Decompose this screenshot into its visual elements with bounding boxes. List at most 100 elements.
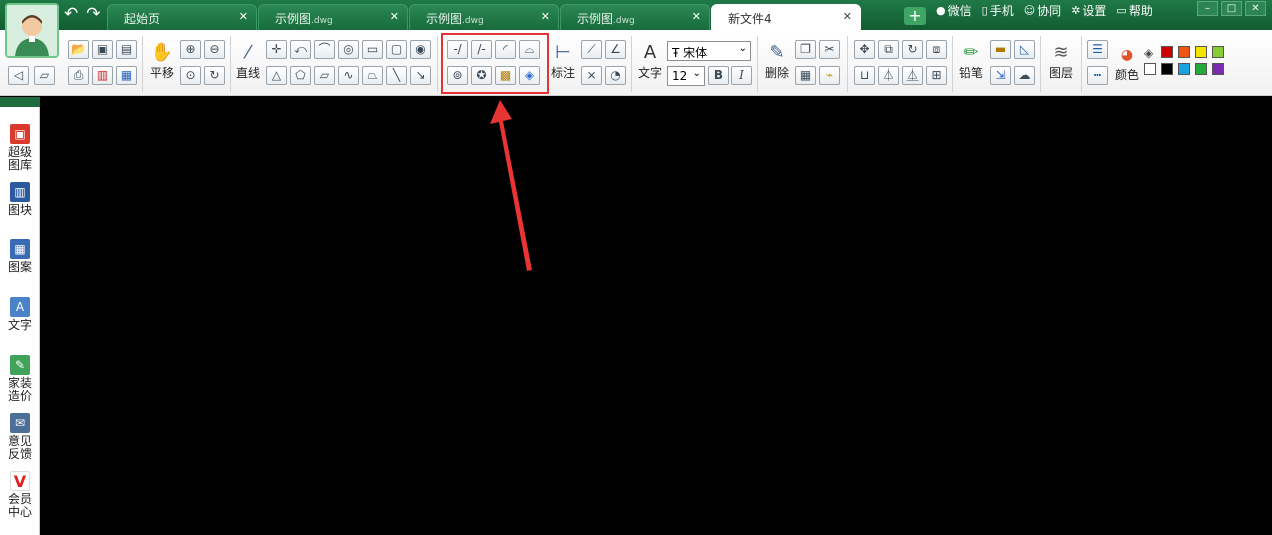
- text-tool[interactable]: A 文字: [635, 42, 665, 81]
- close-tab-icon[interactable]: ✕: [390, 10, 399, 23]
- color-tool[interactable]: ◕ 颜色: [1113, 44, 1141, 83]
- tab-example-1[interactable]: 示例图.dwg ✕: [258, 4, 408, 30]
- dimension-tool[interactable]: ⊢ 标注: [550, 42, 576, 81]
- hatch-icon[interactable]: ▩: [495, 66, 516, 85]
- import-icon[interactable]: ⇲: [990, 66, 1011, 85]
- scale-icon[interactable]: ⧉: [878, 40, 899, 59]
- zoom-window-icon[interactable]: ⊙: [180, 66, 201, 85]
- aligned-dim-icon[interactable]: ⟋: [581, 40, 602, 59]
- font-size-select[interactable]: 12 ⌄: [667, 66, 705, 86]
- bold-button[interactable]: B: [708, 66, 729, 85]
- curve-icon[interactable]: ∿: [338, 66, 359, 85]
- font-family-select[interactable]: Ŧ 宋体 ⌄: [667, 41, 751, 61]
- maximize-icon[interactable]: □: [1221, 1, 1242, 16]
- sidebar-item-member-center[interactable]: V 会员 中心: [0, 471, 40, 519]
- settings-link[interactable]: ✲ 设置: [1071, 2, 1106, 19]
- move-icon[interactable]: ✥: [854, 40, 875, 59]
- new-page-icon[interactable]: ▱: [34, 66, 55, 85]
- italic-button[interactable]: I: [731, 66, 752, 85]
- move-cross-icon[interactable]: ✛: [266, 40, 287, 59]
- parallelogram-icon[interactable]: ▱: [314, 66, 335, 85]
- close-tab-icon[interactable]: ✕: [239, 10, 248, 23]
- align-icon[interactable]: ⏃: [878, 66, 899, 85]
- image-export-icon[interactable]: ▦: [116, 66, 137, 85]
- close-tab-icon[interactable]: ✕: [843, 10, 852, 23]
- pdf-export-icon[interactable]: ▥: [92, 66, 113, 85]
- ruler-icon[interactable]: ◺: [1014, 40, 1035, 59]
- array-copy-icon[interactable]: ⧈: [926, 40, 947, 59]
- zoom-refresh-icon[interactable]: ↻: [204, 66, 225, 85]
- grid-array-icon[interactable]: ⊞: [926, 66, 947, 85]
- zoom-out-icon[interactable]: ⊖: [204, 40, 225, 59]
- color-swatch-purple[interactable]: [1212, 63, 1224, 75]
- tab-new-file-4[interactable]: 新文件4 ✕: [711, 4, 861, 30]
- help-link[interactable]: ▭ 帮助: [1116, 2, 1152, 19]
- add-tab-button[interactable]: +: [904, 7, 926, 25]
- line-weight-icon[interactable]: ☰: [1087, 40, 1108, 59]
- color-swatch-white[interactable]: [1144, 63, 1156, 75]
- paste-icon[interactable]: ▦: [795, 66, 816, 85]
- close-window-icon[interactable]: ✕: [1245, 1, 1266, 16]
- mirror-icon[interactable]: ⏅: [902, 66, 923, 85]
- sidebar-item-home-pricing[interactable]: ✎ 家装 造价: [0, 355, 40, 403]
- rotate-icon[interactable]: ↻: [902, 40, 923, 59]
- diagonal-line-icon[interactable]: ╲: [386, 66, 407, 85]
- triangle-icon[interactable]: △: [266, 66, 287, 85]
- rectangle-icon[interactable]: ▭: [362, 40, 383, 59]
- close-tab-icon[interactable]: ✕: [692, 10, 701, 23]
- arrow-line-icon[interactable]: ↘: [410, 66, 431, 85]
- tab-start-page[interactable]: 起始页 ✕: [107, 4, 257, 30]
- ellipse-icon[interactable]: ◉: [410, 40, 431, 59]
- line-type-icon[interactable]: ┅: [1087, 66, 1108, 85]
- close-tab-icon[interactable]: ✕: [541, 10, 550, 23]
- break-icon[interactable]: ✪: [471, 66, 492, 85]
- color-swatch-yellow[interactable]: [1195, 46, 1207, 58]
- color-swatch-orange[interactable]: [1178, 46, 1190, 58]
- cut-icon[interactable]: ✂: [819, 40, 840, 59]
- fill-icon[interactable]: ◈: [519, 66, 540, 85]
- center-mark-icon[interactable]: ⨯: [581, 66, 602, 85]
- layer-tool[interactable]: ≋ 图层: [1045, 42, 1077, 81]
- tab-example-2[interactable]: 示例图.dwg ✕: [409, 4, 559, 30]
- print-icon[interactable]: ⎙: [68, 66, 89, 85]
- chamfer-icon[interactable]: ⌓: [519, 40, 540, 59]
- line-tool[interactable]: ⁄ 直线: [233, 42, 263, 81]
- collab-link[interactable]: ☺ 协同: [1024, 2, 1061, 19]
- undo-icon[interactable]: ↶: [64, 6, 78, 23]
- pan-tool[interactable]: ✋ 平移: [147, 42, 177, 81]
- drawing-canvas[interactable]: [41, 97, 1272, 535]
- user-avatar[interactable]: [5, 3, 59, 58]
- back-icon[interactable]: ◁: [8, 66, 29, 85]
- arc-icon[interactable]: ⌒: [314, 40, 335, 59]
- color-swatch-green[interactable]: [1195, 63, 1207, 75]
- open-file-icon[interactable]: 📂: [68, 40, 89, 59]
- color-swatch-lime[interactable]: [1212, 46, 1224, 58]
- zoom-in-icon[interactable]: ⊕: [180, 40, 201, 59]
- copy-icon[interactable]: ❐: [795, 40, 816, 59]
- circle-icon[interactable]: ◎: [338, 40, 359, 59]
- measure-icon[interactable]: ▬: [990, 40, 1011, 59]
- rotate-arc-icon[interactable]: ⤺: [290, 40, 311, 59]
- save-as-icon[interactable]: ▤: [116, 40, 137, 59]
- rounded-rect-icon[interactable]: ▢: [386, 40, 407, 59]
- redo-icon[interactable]: ↷: [86, 6, 100, 23]
- save-icon[interactable]: ▣: [92, 40, 113, 59]
- sidebar-item-blocks[interactable]: ▥ 图块: [0, 182, 40, 217]
- delete-tool[interactable]: ✎ 删除: [762, 42, 792, 81]
- sidebar-item-feedback[interactable]: ✉ 意见 反馈: [0, 413, 40, 461]
- trapezoid-icon[interactable]: ⏢: [362, 66, 383, 85]
- minimize-icon[interactable]: –: [1197, 1, 1218, 16]
- extend-icon[interactable]: -/: [447, 40, 468, 59]
- offset-icon[interactable]: ⊚: [447, 66, 468, 85]
- stretch-icon[interactable]: ⊔: [854, 66, 875, 85]
- sidebar-item-patterns[interactable]: ▦ 图案: [0, 239, 40, 274]
- fillet-icon[interactable]: ◜: [495, 40, 516, 59]
- wechat-link[interactable]: ● 微信: [936, 2, 972, 19]
- color-swatch-red[interactable]: [1161, 46, 1173, 58]
- pentagon-icon[interactable]: ⬠: [290, 66, 311, 85]
- pencil-tool[interactable]: ✏ 铅笔: [956, 42, 986, 81]
- tab-example-3[interactable]: 示例图.dwg ✕: [560, 4, 710, 30]
- cloud-icon[interactable]: ☁: [1014, 66, 1035, 85]
- sidebar-item-text[interactable]: A 文字: [0, 297, 40, 332]
- phone-link[interactable]: ▯ 手机: [982, 2, 1014, 19]
